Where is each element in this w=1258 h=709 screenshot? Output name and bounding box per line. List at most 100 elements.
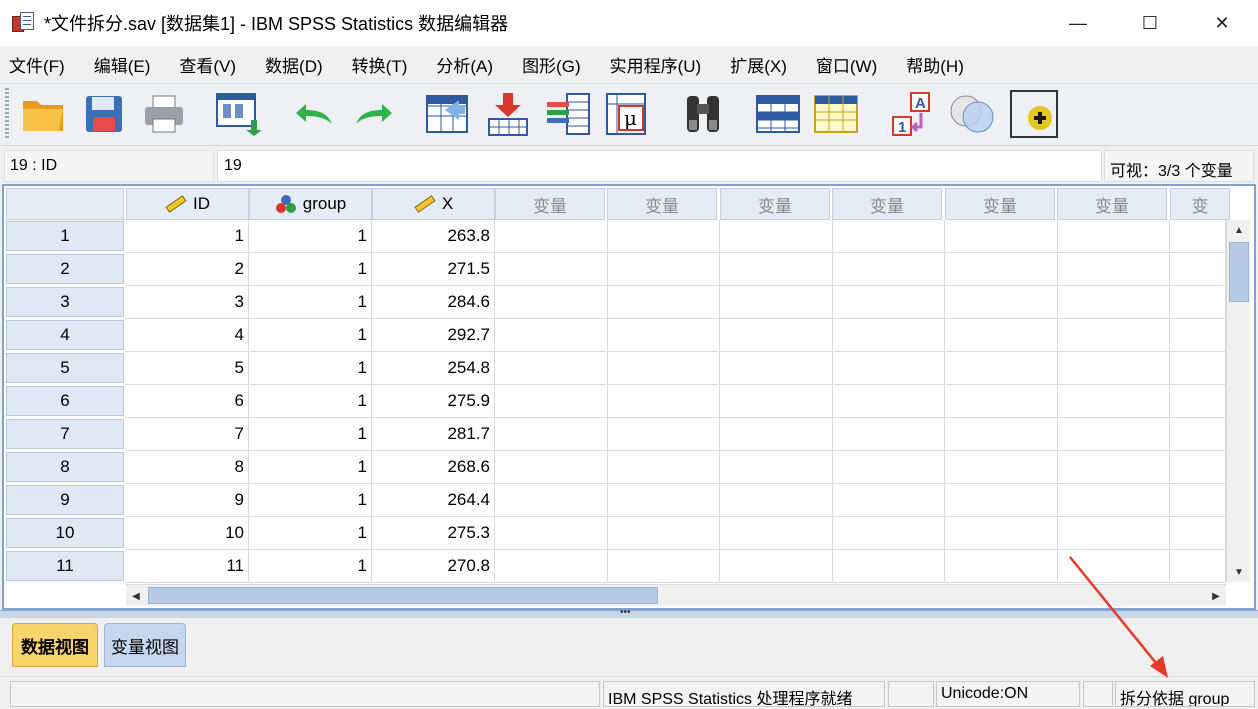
insert-variable-icon[interactable]	[812, 90, 860, 138]
cell-empty[interactable]	[495, 253, 608, 286]
menu-window[interactable]: 窗口(W)	[807, 52, 877, 77]
cell-x[interactable]: 284.6	[372, 286, 495, 319]
row-header[interactable]: 9	[6, 485, 124, 515]
scroll-down-icon[interactable]: ▼	[1227, 562, 1251, 582]
cell-empty[interactable]	[495, 385, 608, 418]
cell-empty[interactable]	[607, 319, 720, 352]
find-icon[interactable]	[680, 90, 728, 138]
print-icon[interactable]	[140, 90, 188, 138]
row-header[interactable]: 10	[6, 518, 124, 548]
variables-icon[interactable]	[544, 90, 592, 138]
tab-data-view[interactable]: 数据视图	[12, 623, 98, 667]
menu-extensions[interactable]: 扩展(X)	[721, 52, 787, 77]
cell-id[interactable]: 9	[126, 484, 249, 517]
cell-group[interactable]: 1	[249, 385, 372, 418]
cell-empty[interactable]	[1057, 286, 1170, 319]
column-header-x[interactable]: X	[372, 188, 495, 220]
cell-empty[interactable]	[720, 253, 833, 286]
menu-edit[interactable]: 编辑(E)	[85, 52, 151, 77]
cell-group[interactable]: 1	[249, 418, 372, 451]
tab-variable-view[interactable]: 变量视图	[104, 623, 186, 667]
maximize-button[interactable]: ☐	[1114, 0, 1186, 46]
cell-empty[interactable]	[832, 385, 945, 418]
cell-id[interactable]: 4	[126, 319, 249, 352]
cell-empty[interactable]	[1170, 484, 1226, 517]
cell-empty[interactable]	[1170, 352, 1226, 385]
cell-empty[interactable]	[945, 286, 1058, 319]
cell-empty[interactable]	[495, 352, 608, 385]
cell-empty[interactable]	[832, 220, 945, 253]
undo-icon[interactable]	[290, 90, 338, 138]
cell-empty[interactable]	[1057, 319, 1170, 352]
cell-x[interactable]: 264.4	[372, 484, 495, 517]
cell-empty[interactable]	[1170, 253, 1226, 286]
redo-icon[interactable]	[350, 90, 398, 138]
cell-empty[interactable]	[607, 484, 720, 517]
cell-id[interactable]: 2	[126, 253, 249, 286]
cell-x[interactable]: 270.8	[372, 550, 495, 583]
cell-empty[interactable]	[945, 385, 1058, 418]
cell-empty[interactable]	[720, 484, 833, 517]
column-header-empty-var[interactable]: 变量	[720, 188, 830, 220]
row-header[interactable]: 2	[6, 254, 124, 284]
cell-empty[interactable]	[720, 451, 833, 484]
cell-empty[interactable]	[607, 517, 720, 550]
cell-empty[interactable]	[720, 385, 833, 418]
cell-empty[interactable]	[945, 418, 1058, 451]
cell-empty[interactable]	[945, 352, 1058, 385]
cell-empty[interactable]	[495, 319, 608, 352]
menu-analyze[interactable]: 分析(A)	[427, 52, 493, 77]
horizontal-scroll-thumb[interactable]	[148, 587, 658, 604]
cell-empty[interactable]	[945, 220, 1058, 253]
cell-empty[interactable]	[720, 352, 833, 385]
cell-empty[interactable]	[495, 286, 608, 319]
cell-empty[interactable]	[1170, 286, 1226, 319]
cell-empty[interactable]	[1057, 418, 1170, 451]
cell-x[interactable]: 275.9	[372, 385, 495, 418]
row-header[interactable]: 5	[6, 353, 124, 383]
menu-utilities[interactable]: 实用程序(U)	[601, 52, 702, 77]
cell-id[interactable]: 5	[126, 352, 249, 385]
cell-empty[interactable]	[832, 352, 945, 385]
cell-empty[interactable]	[832, 484, 945, 517]
cell-group[interactable]: 1	[249, 220, 372, 253]
cell-empty[interactable]	[720, 517, 833, 550]
value-labels-icon[interactable]: A1	[888, 90, 936, 138]
column-header-empty-var[interactable]: 变量	[945, 188, 1055, 220]
cell-empty[interactable]	[1170, 385, 1226, 418]
cell-empty[interactable]	[832, 451, 945, 484]
cell-group[interactable]: 1	[249, 253, 372, 286]
cell-id[interactable]: 8	[126, 451, 249, 484]
cell-value-input[interactable]: 19	[217, 150, 1102, 182]
cell-group[interactable]: 1	[249, 517, 372, 550]
cell-empty[interactable]	[832, 319, 945, 352]
save-icon[interactable]	[80, 90, 128, 138]
insert-cases-icon[interactable]	[754, 90, 802, 138]
cell-empty[interactable]	[607, 253, 720, 286]
cell-empty[interactable]	[720, 220, 833, 253]
cell-empty[interactable]	[607, 451, 720, 484]
close-button[interactable]: ✕	[1186, 0, 1258, 46]
column-header-empty-var[interactable]: 变量	[832, 188, 942, 220]
row-header[interactable]: 1	[6, 221, 124, 251]
cell-empty[interactable]	[832, 550, 945, 583]
menu-transform[interactable]: 转换(T)	[343, 52, 408, 77]
cell-empty[interactable]	[1170, 550, 1226, 583]
cell-empty[interactable]	[495, 451, 608, 484]
scroll-left-icon[interactable]: ◀	[126, 585, 146, 607]
cell-x[interactable]: 263.8	[372, 220, 495, 253]
toolbar-grip[interactable]	[5, 88, 9, 140]
cell-empty[interactable]	[1057, 352, 1170, 385]
cell-empty[interactable]	[607, 220, 720, 253]
vertical-scrollbar[interactable]: ▲ ▼	[1226, 220, 1250, 582]
cell-id[interactable]: 7	[126, 418, 249, 451]
menu-data[interactable]: 数据(D)	[256, 52, 323, 77]
cell-empty[interactable]	[1057, 451, 1170, 484]
split-file-icon[interactable]	[1010, 90, 1058, 138]
cell-empty[interactable]	[945, 451, 1058, 484]
row-header[interactable]: 4	[6, 320, 124, 350]
cell-empty[interactable]	[1057, 253, 1170, 286]
goto-variable-icon[interactable]	[484, 90, 532, 138]
cell-empty[interactable]	[607, 352, 720, 385]
cell-empty[interactable]	[495, 550, 608, 583]
